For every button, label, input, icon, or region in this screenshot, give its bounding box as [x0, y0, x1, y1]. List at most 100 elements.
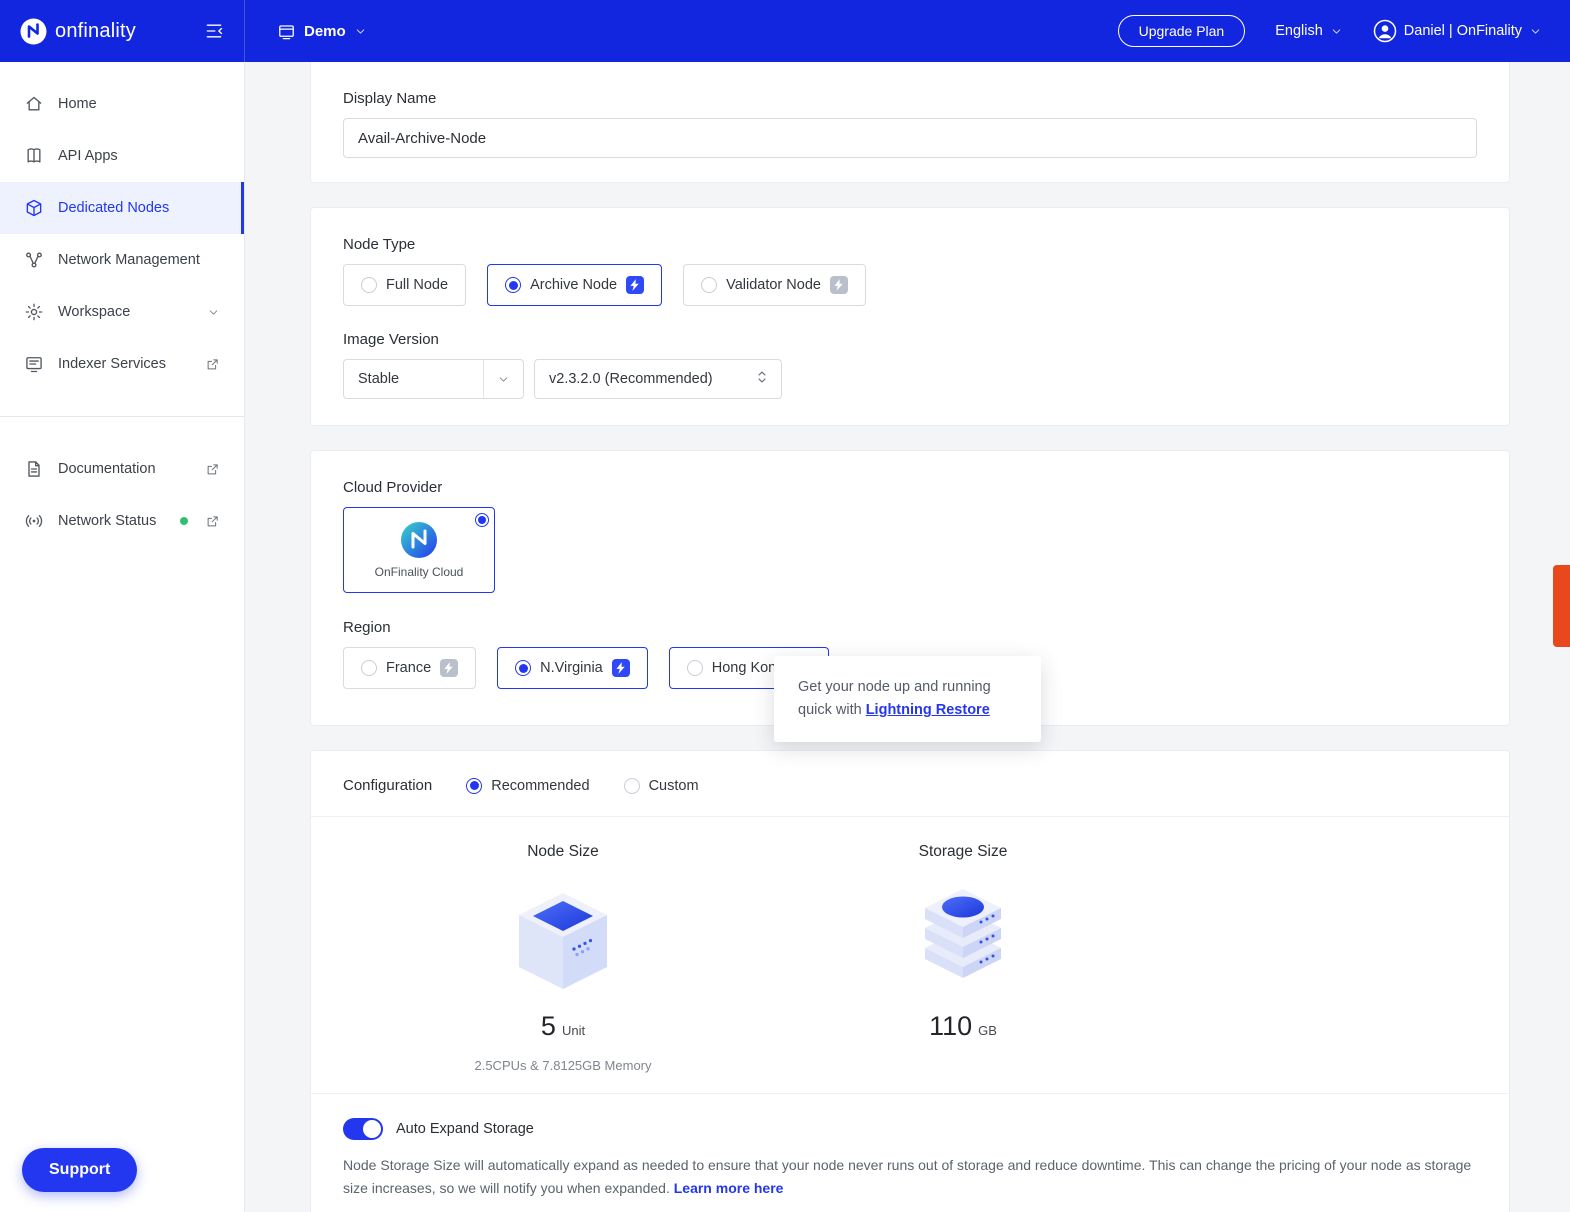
sidebar-item-label: Network Status [58, 513, 157, 529]
language-selector[interactable]: English [1275, 23, 1343, 39]
sidebar-collapse-icon[interactable] [204, 21, 224, 41]
image-version-value: v2.3.2.0 (Recommended) [549, 371, 713, 387]
workspace-settings-icon [25, 303, 43, 321]
workspace-selector[interactable]: Demo [277, 22, 367, 41]
sidebar-item-workspace[interactable]: Workspace [0, 286, 244, 338]
auto-expand-description-text: Node Storage Size will automatically exp… [343, 1157, 1472, 1197]
documentation-icon [28, 461, 40, 477]
region-label: Region [343, 619, 391, 636]
cloud-provider-card: Cloud Provider OnFinality Cloud Region F… [310, 450, 1510, 743]
sidebar-divider [0, 416, 244, 417]
lightning-restore-link[interactable]: Lightning Restore [866, 702, 990, 718]
status-dot [180, 517, 189, 525]
sidebar-item-home[interactable]: Home [0, 78, 244, 130]
main-content: Display Name Node Type Full Node Archive… [245, 62, 1570, 1212]
indexer-services-icon [26, 357, 42, 373]
node-size-section: Node Size 5 Unit 2.5CPUs & 7.8125GB Memo… [343, 843, 783, 1073]
chevron-down-icon [483, 360, 523, 398]
user-name: Daniel | OnFinality [1403, 23, 1522, 39]
cloud-provider-label: Cloud Provider [343, 479, 443, 496]
region-option-france[interactable]: France [343, 647, 477, 689]
onfinality-cloud-logo [401, 522, 437, 558]
display-name-label: Display Name [343, 90, 437, 107]
sidebar-item-network-management[interactable]: Network Management [0, 234, 244, 286]
auto-expand-description: Node Storage Size will automatically exp… [343, 1154, 1473, 1200]
option-label: Validator Node [726, 277, 821, 293]
lightning-restore-tooltip: Get your node up and running quick with … [774, 656, 1041, 743]
image-channel-value: Stable [358, 371, 400, 387]
external-link-icon [205, 357, 220, 372]
lightning-restore-icon [440, 659, 459, 677]
radio-checked-icon [466, 777, 483, 794]
support-button[interactable]: Support [22, 1148, 138, 1192]
node-size-illustration [519, 893, 607, 989]
sort-arrows-icon [755, 369, 769, 389]
option-label: France [386, 660, 432, 676]
image-version-select[interactable]: v2.3.2.0 (Recommended) [534, 359, 782, 399]
lightning-restore-icon [611, 659, 630, 677]
external-link-icon [205, 514, 220, 529]
network-management-icon [26, 252, 42, 268]
option-label: N.Virginia [540, 660, 603, 676]
node-type-option-archive-node[interactable]: Archive Node [487, 264, 663, 306]
chevron-down-icon [356, 28, 364, 34]
topbar: onfinality Demo Upgrade Plan English Dan… [0, 0, 1570, 62]
config-option-custom[interactable]: Custom [623, 777, 699, 794]
brand-wordmark: onfinality [55, 19, 136, 42]
display-name-card: Display Name [310, 62, 1510, 183]
sidebar-item-documentation[interactable]: Documentation [0, 443, 244, 495]
config-option-recommended[interactable]: Recommended [466, 777, 590, 794]
node-type-option-validator-node[interactable]: Validator Node [683, 264, 866, 306]
node-type-card: Node Type Full Node Archive Node Validat… [310, 207, 1510, 426]
node-size-detail: 2.5CPUs & 7.8125GB Memory [474, 1058, 652, 1073]
chevron-down-icon [1332, 28, 1340, 34]
sidebar-item-api-apps[interactable]: API Apps [0, 130, 244, 182]
storage-size-title: Storage Size [918, 843, 1008, 860]
sidebar-item-network-status[interactable]: Network Status [0, 495, 244, 547]
sidebar-item-label: Documentation [58, 461, 156, 477]
radio-icon [623, 777, 640, 794]
home-icon [26, 96, 42, 111]
api-apps-icon [27, 148, 41, 163]
node-type-option-full-node[interactable]: Full Node [343, 264, 467, 306]
provider-option-onfinality-cloud[interactable]: OnFinality Cloud [343, 507, 495, 593]
user-menu[interactable]: Daniel | OnFinality [1373, 19, 1542, 43]
image-channel-select[interactable]: Stable [343, 359, 524, 399]
region-option-nvirginia[interactable]: N.Virginia [497, 647, 648, 689]
learn-more-link[interactable]: Learn more here [674, 1180, 784, 1196]
radio-icon [361, 660, 377, 676]
dedicated-nodes-icon [26, 199, 42, 217]
network-status-icon [25, 515, 43, 527]
auto-expand-toggle[interactable] [343, 1118, 383, 1140]
sidebar-item-label: Dedicated Nodes [58, 200, 170, 216]
node-size-title: Node Size [527, 843, 599, 860]
sidebar-item-label: Network Management [58, 252, 200, 268]
sidebar: Home API Apps Dedicated Nodes Network Ma… [0, 62, 245, 1212]
workspace-name: Demo [304, 22, 346, 40]
upgrade-plan-button[interactable]: Upgrade Plan [1117, 15, 1246, 47]
lightning-restore-icon [626, 276, 645, 294]
chevron-down-icon [1531, 28, 1540, 34]
option-label: Archive Node [530, 277, 618, 293]
avatar-icon [1373, 19, 1397, 43]
workspace-icon [279, 24, 294, 39]
auto-expand-label: Auto Expand Storage [396, 1121, 534, 1137]
option-label: Recommended [491, 777, 590, 794]
sidebar-item-indexer-services[interactable]: Indexer Services [0, 338, 244, 390]
storage-size-illustration [925, 889, 1001, 978]
lightning-restore-icon [829, 276, 848, 294]
radio-checked-icon [505, 277, 522, 293]
provider-name: OnFinality Cloud [374, 565, 464, 579]
toggle-knob [363, 1120, 381, 1138]
onfinality-logo: onfinality [20, 18, 136, 45]
radio-icon [701, 277, 718, 293]
display-name-input[interactable] [343, 118, 1477, 158]
configuration-label: Configuration [343, 777, 433, 794]
sidebar-item-label: Workspace [58, 304, 131, 320]
storage-size-value: 110 [929, 1011, 973, 1041]
storage-size-unit: GB [978, 1023, 997, 1038]
sidebar-item-dedicated-nodes[interactable]: Dedicated Nodes [0, 182, 244, 234]
option-label: Custom [648, 777, 699, 794]
feedback-tab[interactable] [1553, 565, 1570, 647]
sidebar-item-label: Home [58, 96, 97, 112]
